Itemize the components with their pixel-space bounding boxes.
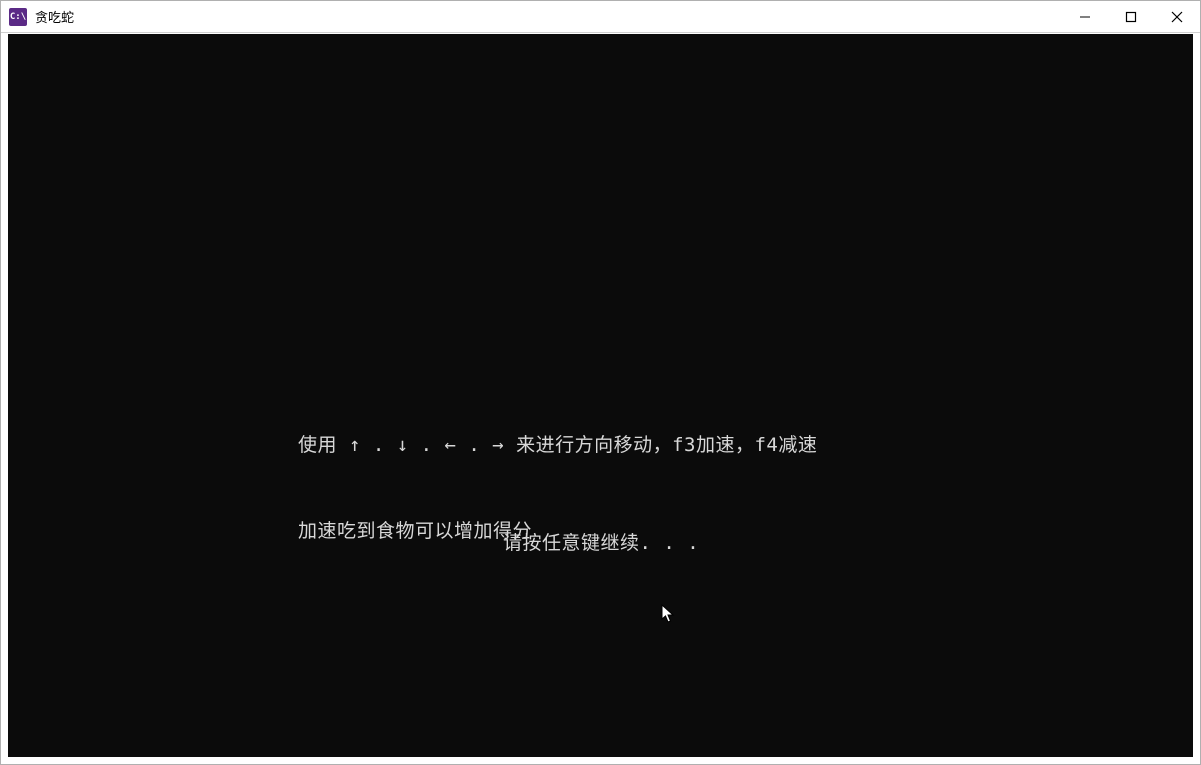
- mouse-cursor-icon: [661, 604, 675, 624]
- titlebar[interactable]: C:\ 贪吃蛇: [1, 1, 1200, 33]
- instruction-line-1: 使用 ↑ . ↓ . ← . → 来进行方向移动，f3加速，f4减速: [298, 431, 817, 460]
- console-area[interactable]: 使用 ↑ . ↓ . ← . → 来进行方向移动，f3加速，f4减速 加速吃到食…: [8, 34, 1193, 757]
- window-title: 贪吃蛇: [35, 7, 74, 26]
- app-window: C:\ 贪吃蛇 使用 ↑ . ↓ . ←: [0, 0, 1201, 765]
- close-button[interactable]: [1154, 1, 1200, 32]
- continue-prompt: 请按任意键继续. . .: [503, 529, 699, 558]
- minimize-button[interactable]: [1062, 1, 1108, 32]
- minimize-icon: [1079, 11, 1091, 23]
- window-controls: [1062, 1, 1200, 32]
- titlebar-left: C:\ 贪吃蛇: [1, 7, 74, 26]
- maximize-icon: [1125, 11, 1137, 23]
- maximize-button[interactable]: [1108, 1, 1154, 32]
- app-icon: C:\: [9, 8, 27, 26]
- close-icon: [1171, 11, 1183, 23]
- instructions-block: 使用 ↑ . ↓ . ← . → 来进行方向移动，f3加速，f4减速 加速吃到食…: [298, 374, 817, 602]
